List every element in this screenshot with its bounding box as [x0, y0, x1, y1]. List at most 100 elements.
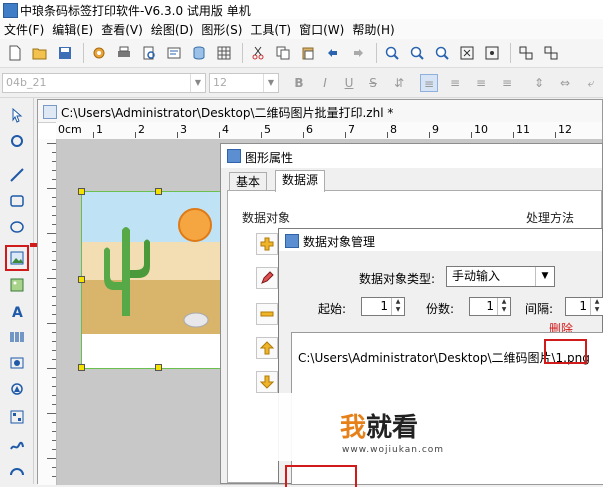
ruler-tick: [52, 269, 56, 270]
menu-edit[interactable]: 编辑(E): [48, 21, 97, 38]
arc-tool-icon[interactable]: [6, 460, 28, 482]
char-spacing-icon[interactable]: ⇔: [556, 74, 574, 92]
cut-icon[interactable]: [247, 42, 269, 64]
font-size-select[interactable]: 12 ▼: [209, 73, 279, 93]
print-setup-icon[interactable]: [163, 42, 185, 64]
menu-tools[interactable]: 工具(T): [246, 21, 295, 38]
distribute-icon[interactable]: [540, 42, 562, 64]
copies-spinner[interactable]: 1 ▲ ▼: [469, 297, 511, 316]
move-up-icon[interactable]: [256, 337, 278, 359]
save-icon[interactable]: [54, 42, 76, 64]
strikethrough-button[interactable]: S: [364, 74, 382, 92]
group-processing-label: 处理方法: [526, 211, 575, 225]
interval-spinner[interactable]: 1 ▲ ▼: [565, 297, 603, 316]
ruler-tick: [47, 233, 56, 234]
line-spacing-icon[interactable]: ⇕: [530, 74, 548, 92]
spinner-arrows-icon[interactable]: ▲ ▼: [391, 298, 404, 315]
ruler-tick: [52, 215, 56, 216]
picture-tool-icon[interactable]: [6, 274, 28, 296]
ruler-tick: [429, 132, 430, 138]
redo-icon[interactable]: [347, 42, 369, 64]
spinner-arrows-icon[interactable]: ▲ ▼: [590, 298, 603, 315]
ruler-tick: [47, 368, 56, 369]
dialog-title: 图形属性: [245, 151, 294, 165]
ruler-tick-label: 1: [96, 123, 103, 136]
ruler-tick: [52, 197, 56, 198]
italic-button[interactable]: I: [316, 74, 334, 92]
menu-draw[interactable]: 绘图(D): [147, 21, 198, 38]
undo-icon[interactable]: [322, 42, 344, 64]
ruler-tick: [52, 350, 56, 351]
menu-shape[interactable]: 图形(S): [197, 21, 246, 38]
tab-data-source[interactable]: 数据源: [275, 170, 326, 192]
align-center-icon[interactable]: ≡: [446, 74, 464, 92]
ruler-tick: [47, 413, 56, 414]
resize-handle[interactable]: [155, 188, 162, 195]
spinner-arrows-icon[interactable]: ▲ ▼: [497, 298, 510, 315]
ruler-tick: [52, 305, 56, 306]
rectangle-tool-icon[interactable]: [6, 190, 28, 212]
grid-icon[interactable]: [213, 42, 235, 64]
label-image-object[interactable]: [78, 188, 238, 371]
rotate-icon[interactable]: [6, 130, 28, 152]
resize-handle[interactable]: [155, 364, 162, 371]
type-label: 数据对象类型:: [359, 272, 436, 286]
zoom-in-icon[interactable]: [381, 42, 403, 64]
align-justify-icon[interactable]: ≡: [498, 74, 516, 92]
data-type-select[interactable]: 手动输入 ▼: [446, 266, 555, 287]
move-down-icon[interactable]: [256, 371, 278, 393]
qrcode-tool-icon[interactable]: [6, 406, 28, 428]
edit-icon[interactable]: [256, 267, 278, 289]
align-icon[interactable]: [515, 42, 537, 64]
ruler-tick: [219, 132, 220, 138]
open-folder-icon[interactable]: [29, 42, 51, 64]
font-name-select[interactable]: 04b_21 ▼: [2, 73, 206, 93]
ruler-tick-label: 4: [222, 123, 229, 136]
settings-gear-icon[interactable]: [88, 42, 110, 64]
align-left-icon[interactable]: ≡: [420, 74, 438, 92]
copies-label: 份数:: [426, 302, 455, 316]
paste-icon[interactable]: [297, 42, 319, 64]
freehand-tool-icon[interactable]: [6, 434, 28, 456]
resize-handle[interactable]: [78, 188, 85, 195]
print-preview-icon[interactable]: [138, 42, 160, 64]
start-value: 1: [380, 299, 388, 313]
center-icon[interactable]: [481, 42, 503, 64]
resize-handle[interactable]: [78, 276, 85, 283]
fit-page-icon[interactable]: [456, 42, 478, 64]
add-icon[interactable]: [256, 233, 278, 255]
ruler-tick: [52, 449, 56, 450]
new-file-icon[interactable]: [4, 42, 26, 64]
menu-file[interactable]: 文件(F): [0, 21, 48, 38]
menu-view[interactable]: 查看(V): [97, 21, 147, 38]
ruler-tick: [52, 395, 56, 396]
zoom-out-icon[interactable]: [406, 42, 428, 64]
select-pointer-icon[interactable]: [6, 104, 28, 126]
database-icon[interactable]: [188, 42, 210, 64]
serial-tool-icon[interactable]: [6, 352, 28, 374]
menu-window[interactable]: 窗口(W): [295, 21, 348, 38]
barcode-tool-icon[interactable]: [6, 326, 28, 348]
ruler-tick: [261, 132, 262, 138]
image-tool-icon[interactable]: [5, 245, 29, 271]
menu-bar: 文件(F) 编辑(E) 查看(V) 绘图(D) 图形(S) 工具(T) 窗口(W…: [0, 19, 603, 39]
remove-icon[interactable]: [256, 303, 278, 325]
resize-handle[interactable]: [78, 364, 85, 371]
zoom-actual-icon[interactable]: [431, 42, 453, 64]
ellipse-tool-icon[interactable]: [6, 216, 28, 238]
align-right-icon[interactable]: ≡: [472, 74, 490, 92]
watermark-overlay: 我就看 www.wojiukan.com: [230, 393, 603, 461]
line-tool-icon[interactable]: [6, 164, 28, 186]
bold-button[interactable]: B: [290, 74, 308, 92]
copy-icon[interactable]: [272, 42, 294, 64]
print-icon[interactable]: [113, 42, 135, 64]
text-direction-icon[interactable]: ⇵: [390, 74, 408, 92]
start-spinner[interactable]: 1 ▲ ▼: [361, 297, 405, 316]
ruler-tick-label: 8: [390, 123, 397, 136]
text-tool-icon[interactable]: A: [6, 300, 28, 322]
tab-basic[interactable]: 基本: [229, 172, 268, 192]
curve-tool-icon[interactable]: [6, 378, 28, 400]
underline-button[interactable]: U: [340, 74, 358, 92]
wrap-icon[interactable]: ⤶: [582, 74, 600, 92]
menu-help[interactable]: 帮助(H): [348, 21, 398, 38]
